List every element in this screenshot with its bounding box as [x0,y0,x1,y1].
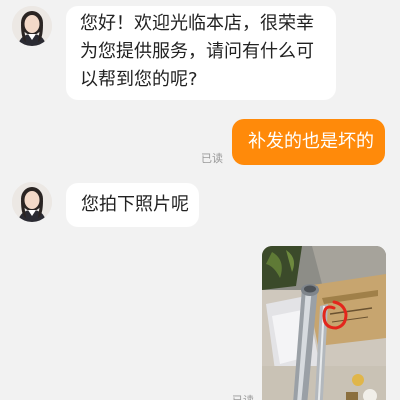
chat-window: 您好！欢迎光临本店，很荣幸 为您提供服务，请问有什么可 以帮到您的呢? 补发的也… [0,0,400,400]
user-photo-message[interactable] [262,246,386,400]
user-message-bubble[interactable]: 补发的也是坏的 [232,119,385,165]
agent-avatar-icon [12,182,52,222]
read-status: 已读 [201,152,223,165]
agent-avatar[interactable] [12,6,52,46]
agent-avatar[interactable] [12,182,52,222]
photo-of-broken-rod-icon [262,246,386,400]
message-text: 补发的也是坏的 [248,131,374,152]
agent-message-bubble[interactable]: 您拍下照片呢 [66,183,199,227]
message-line: 为您提供服务，请问有什么可 [80,41,314,62]
message-line: 以帮到您的呢? [80,69,198,90]
message-line: 您好！欢迎光临本店，很荣幸 [80,13,314,34]
read-status: 已读 [232,392,254,400]
agent-message-bubble[interactable]: 您好！欢迎光临本店，很荣幸 为您提供服务，请问有什么可 以帮到您的呢? [66,6,336,100]
message-text: 您拍下照片呢 [81,194,189,215]
agent-avatar-icon [12,6,52,46]
